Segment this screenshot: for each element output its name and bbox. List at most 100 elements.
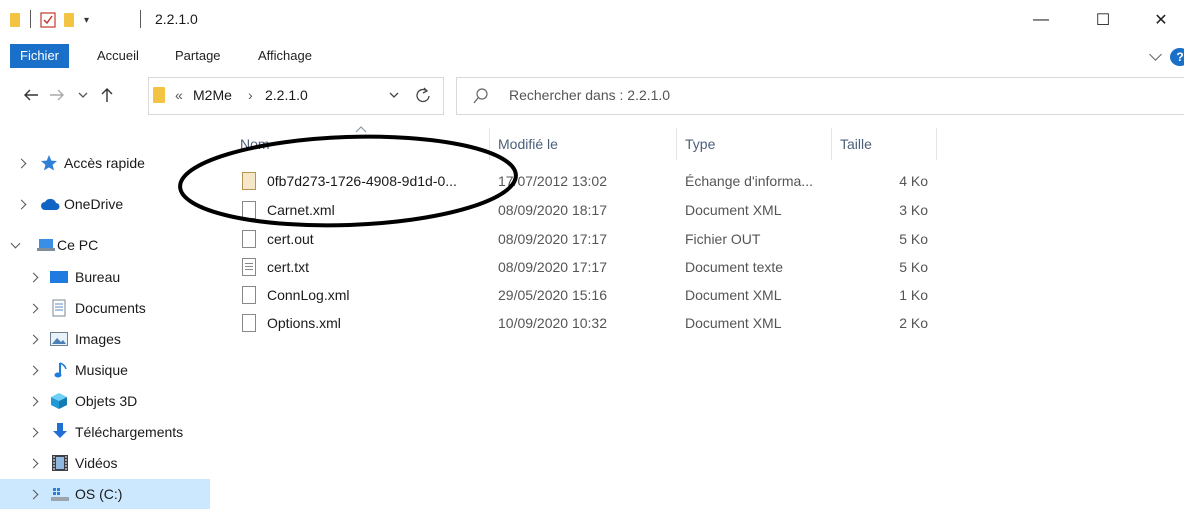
file-size: 3 Ko: [899, 202, 928, 218]
column-divider[interactable]: [676, 128, 677, 160]
column-header-size[interactable]: Taille: [840, 128, 872, 160]
tab-accueil[interactable]: Accueil: [97, 45, 139, 67]
sidebar-item-label: Téléchargements: [75, 424, 184, 440]
new-folder-icon[interactable]: [64, 10, 74, 30]
sidebar-item-label: Musique: [75, 362, 128, 378]
ribbon: Fichier Accueil Partage Affichage ?: [0, 40, 1184, 70]
sidebar-item-videos[interactable]: Vidéos: [0, 448, 210, 478]
file-size: 5 Ko: [899, 231, 928, 247]
column-divider[interactable]: [831, 128, 832, 160]
breadcrumb-current[interactable]: 2.2.1.0: [265, 87, 308, 103]
file-icon: [242, 314, 256, 332]
chevron-down-icon[interactable]: [10, 238, 21, 249]
address-dropdown-icon[interactable]: [388, 88, 400, 105]
recent-locations-button[interactable]: [72, 84, 94, 106]
sidebar-item-os-c[interactable]: OS (C:): [0, 479, 210, 509]
expand-ribbon-icon[interactable]: [1149, 48, 1162, 61]
file-icon: [242, 286, 256, 304]
file-type: Fichier OUT: [685, 231, 761, 247]
chevron-right-icon[interactable]: [16, 199, 27, 210]
forward-button[interactable]: [46, 84, 68, 106]
text-file-icon: [242, 258, 256, 276]
chevron-right-icon[interactable]: [28, 334, 39, 345]
chevron-right-icon[interactable]: [28, 489, 39, 500]
table-row[interactable]: cert.txt 08/09/2020 17:17 Document texte…: [230, 254, 950, 282]
title-bar: ▾ 2.2.1.0 — ☐ ✕: [0, 0, 1184, 40]
table-row[interactable]: ConnLog.xml 29/05/2020 15:16 Document XM…: [230, 282, 950, 310]
minimize-button[interactable]: —: [1018, 0, 1064, 40]
tab-affichage[interactable]: Affichage: [258, 45, 312, 67]
properties-checkbox-icon[interactable]: [40, 10, 56, 30]
maximize-icon: ☐: [1095, 12, 1111, 29]
back-button[interactable]: [20, 84, 42, 106]
documents-icon: [52, 299, 70, 317]
close-button[interactable]: ✕: [1138, 0, 1184, 40]
file-modified: 29/05/2020 15:16: [498, 287, 607, 303]
sidebar-item-label: Ce PC: [57, 237, 99, 253]
star-icon: [40, 154, 58, 171]
file-type: Document XML: [685, 315, 782, 331]
videos-icon: [52, 454, 70, 471]
sidebar-item-documents[interactable]: Documents: [0, 293, 210, 323]
sidebar-item-musique[interactable]: Musique: [0, 355, 210, 385]
chevron-right-icon[interactable]: [28, 396, 39, 407]
breadcrumb-m2me[interactable]: M2Me: [193, 87, 232, 103]
customize-toolbar-icon[interactable]: ▾: [84, 10, 89, 30]
file-size: 1 Ko: [899, 287, 928, 303]
navigation-bar: « M2Me › 2.2.1.0 Rechercher dans : 2.2.1…: [0, 74, 1184, 118]
window-title: 2.2.1.0: [155, 11, 198, 27]
file-name: Options.xml: [267, 315, 341, 331]
sidebar-item-telechargements[interactable]: Téléchargements: [0, 417, 210, 447]
breadcrumb-separator[interactable]: ›: [248, 87, 253, 103]
divider: [30, 10, 31, 28]
table-row[interactable]: Options.xml 10/09/2020 10:32 Document XM…: [230, 310, 950, 338]
3d-objects-icon: [50, 392, 68, 409]
sidebar-item-label: Objets 3D: [75, 393, 138, 409]
cloud-icon: [40, 197, 60, 213]
computer-icon: [36, 238, 55, 254]
file-type: Document XML: [685, 287, 782, 303]
sidebar-item-label: Bureau: [75, 269, 121, 285]
sidebar-item-label: Documents: [75, 300, 146, 316]
sidebar-item-label: Vidéos: [75, 455, 118, 471]
chevron-right-icon[interactable]: [28, 272, 39, 283]
column-divider[interactable]: [936, 128, 937, 160]
images-icon: [50, 332, 68, 348]
refresh-icon[interactable]: [415, 86, 431, 107]
chevron-right-icon[interactable]: [28, 365, 39, 376]
column-header-type[interactable]: Type: [685, 128, 715, 160]
chevron-right-icon[interactable]: [28, 303, 39, 314]
close-icon: ✕: [1154, 12, 1168, 29]
annotation-ellipse: [178, 134, 518, 228]
tab-partage[interactable]: Partage: [175, 45, 221, 67]
file-size: 5 Ko: [899, 259, 928, 275]
sidebar-item-label: Accès rapide: [64, 155, 145, 171]
sidebar-item-label: Images: [75, 331, 121, 347]
address-bar[interactable]: « M2Me › 2.2.1.0: [148, 77, 444, 115]
minimize-icon: —: [1033, 11, 1049, 28]
file-size: 2 Ko: [899, 315, 928, 331]
search-icon: [473, 88, 489, 107]
file-modified: 10/09/2020 10:32: [498, 315, 607, 331]
tab-fichier[interactable]: Fichier: [10, 44, 70, 68]
search-box[interactable]: Rechercher dans : 2.2.1.0: [456, 77, 1184, 115]
chevron-right-icon[interactable]: [28, 427, 39, 438]
sidebar-item-label: OS (C:): [75, 486, 123, 502]
maximize-button[interactable]: ☐: [1080, 0, 1126, 40]
search-input[interactable]: Rechercher dans : 2.2.1.0: [509, 87, 670, 103]
sidebar-item-objets-3d[interactable]: Objets 3D: [0, 386, 210, 416]
sidebar-item-images[interactable]: Images: [0, 324, 210, 354]
divider: [140, 10, 141, 28]
chevron-right-icon[interactable]: [28, 458, 39, 469]
help-icon[interactable]: ?: [1170, 48, 1184, 66]
file-type: Document XML: [685, 202, 782, 218]
download-icon: [52, 422, 70, 438]
drive-icon: [50, 486, 69, 502]
sidebar-item-label: OneDrive: [64, 196, 124, 212]
overflow-crumb[interactable]: «: [175, 87, 183, 103]
file-name: cert.txt: [267, 259, 310, 275]
up-button[interactable]: [96, 84, 118, 106]
folder-icon: [153, 87, 165, 103]
chevron-right-icon[interactable]: [16, 158, 27, 169]
sidebar-item-bureau[interactable]: Bureau: [0, 262, 210, 292]
